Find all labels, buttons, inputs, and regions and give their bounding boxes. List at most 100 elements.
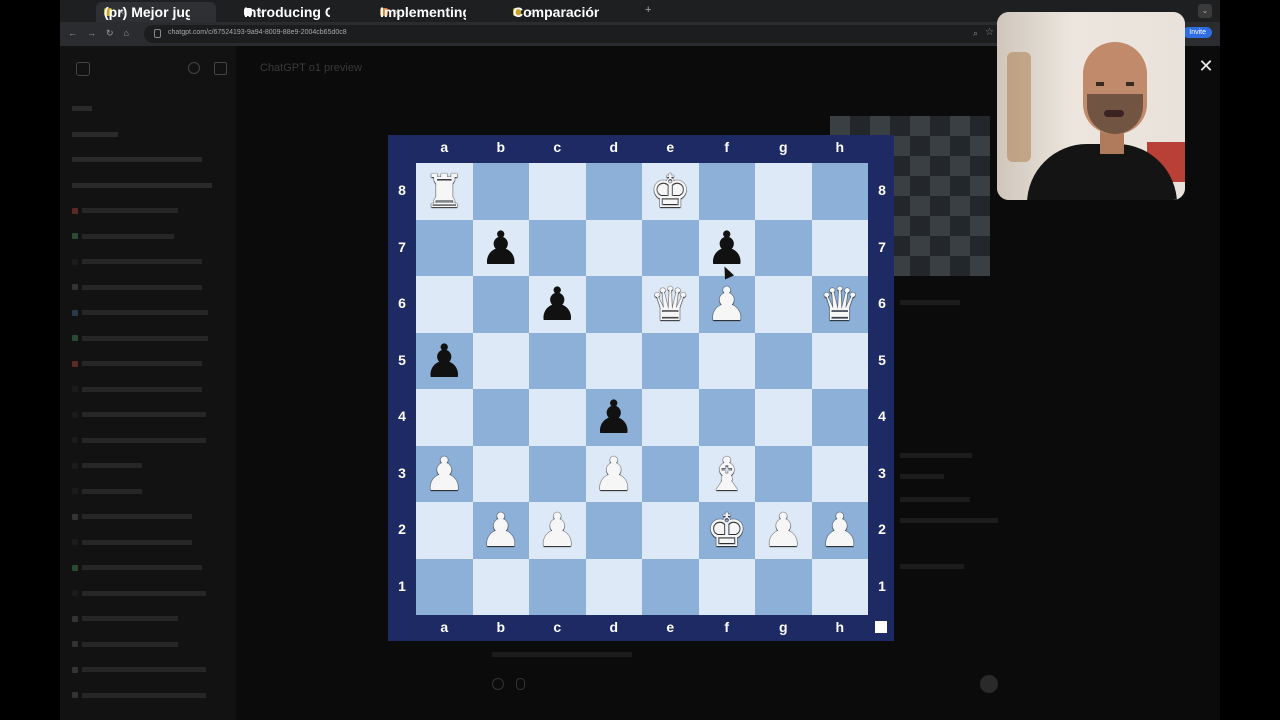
square-b6[interactable] [472,276,529,333]
list-item[interactable] [72,479,232,505]
piece-a3[interactable]: ♟ [416,446,473,503]
list-item[interactable] [72,198,232,224]
square-d6[interactable] [585,276,642,333]
piece-g2[interactable]: ♟ [755,502,812,559]
square-f1[interactable] [698,558,755,615]
invite-button[interactable]: Invite [1183,27,1212,38]
square-c4[interactable] [529,389,586,446]
browser-tab-2[interactable]: Introducing Claude 3.5 Son ✕ [236,2,370,22]
square-c3[interactable] [529,445,586,502]
square-b1[interactable] [472,558,529,615]
square-a1[interactable] [416,558,473,615]
list-item[interactable] [72,632,232,658]
square-e3[interactable] [642,445,699,502]
square-c8[interactable] [529,163,586,220]
square-b3[interactable] [472,445,529,502]
square-h5[interactable] [811,332,868,389]
square-d5[interactable] [585,332,642,389]
chat-model-title[interactable]: ChatGPT o1 preview [260,62,362,74]
list-item[interactable] [72,96,232,122]
window-menu-icon[interactable]: ⌄ [1198,4,1212,18]
list-item[interactable] [72,555,232,581]
list-item[interactable] [72,428,232,454]
new-chat-icon[interactable] [214,62,227,75]
list-item[interactable] [72,453,232,479]
message-composer[interactable] [490,640,1000,700]
list-item[interactable] [72,147,232,173]
piece-h6[interactable]: ♛ [812,276,869,333]
new-tab-icon[interactable]: + [645,4,651,16]
url-text[interactable]: chatgpt.com/c/67524193-9a94-8009-88e9-20… [168,29,347,36]
square-f4[interactable] [698,389,755,446]
browser-tab-3[interactable]: Implementing Neural Cellular ✕ [372,2,506,22]
square-c7[interactable] [529,219,586,276]
list-item[interactable] [72,351,232,377]
square-b5[interactable] [472,332,529,389]
square-g3[interactable] [755,445,812,502]
navigation-icons[interactable]: ←→↻⌂ [68,28,139,39]
square-d8[interactable] [585,163,642,220]
square-e1[interactable] [642,558,699,615]
list-item[interactable] [72,173,232,199]
square-b8[interactable] [472,163,529,220]
zoom-icon[interactable]: ⌕ [973,28,978,39]
microphone-icon[interactable] [516,678,525,690]
list-item[interactable] [72,402,232,428]
square-c1[interactable] [529,558,586,615]
list-item[interactable] [72,657,232,683]
square-h1[interactable] [811,558,868,615]
square-e5[interactable] [642,332,699,389]
square-g5[interactable] [755,332,812,389]
list-item[interactable] [72,326,232,352]
piece-b2[interactable]: ♟ [473,502,530,559]
square-d7[interactable] [585,219,642,276]
piece-h2[interactable]: ♟ [812,502,869,559]
square-b4[interactable] [472,389,529,446]
square-e2[interactable] [642,502,699,559]
list-item[interactable] [72,504,232,530]
piece-a8[interactable]: ♜ [416,163,473,220]
close-icon[interactable]: ✕ [1196,56,1216,76]
square-h8[interactable] [811,163,868,220]
square-e7[interactable] [642,219,699,276]
square-f8[interactable] [698,163,755,220]
list-item[interactable] [72,249,232,275]
square-e4[interactable] [642,389,699,446]
list-item[interactable] [72,530,232,556]
piece-b7[interactable]: ♟ [473,220,530,277]
square-g8[interactable] [755,163,812,220]
square-g7[interactable] [755,219,812,276]
piece-c6[interactable]: ♟ [529,276,586,333]
piece-d4[interactable]: ♟ [586,389,643,446]
list-item[interactable] [72,275,232,301]
square-a2[interactable] [416,502,473,559]
chessboard[interactable]: a a b b c c d d e e f f g g h h 8 8 7 7 6 6 5 5 4 4 3 3 2 2 1 1 ♜ ♚ ♟ ♟ ♟ ♛ ♟ ♛… [388,135,894,641]
piece-f6[interactable]: ♟ [699,276,756,333]
square-h7[interactable] [811,219,868,276]
square-g1[interactable] [755,558,812,615]
piece-c2[interactable]: ♟ [529,502,586,559]
square-h4[interactable] [811,389,868,446]
square-g6[interactable] [755,276,812,333]
square-g4[interactable] [755,389,812,446]
list-item[interactable] [72,377,232,403]
list-item[interactable] [72,581,232,607]
address-bar[interactable]: chatgpt.com/c/67524193-9a94-8009-88e9-20… [144,25,1004,43]
attach-icon[interactable] [492,678,504,690]
search-icon[interactable] [188,62,200,74]
browser-tab-1[interactable]: (pr) Mejor jugada para Ent ✕ [96,2,216,22]
list-item[interactable] [72,224,232,250]
list-item[interactable] [72,300,232,326]
list-item[interactable] [72,606,232,632]
send-button[interactable] [980,675,998,693]
piece-f3[interactable]: ♝ [699,446,756,503]
square-a6[interactable] [416,276,473,333]
piece-e8[interactable]: ♚ [642,163,699,220]
list-item[interactable] [72,683,232,709]
piece-e6[interactable]: ♛ [642,276,699,333]
square-a4[interactable] [416,389,473,446]
bookmark-star-icon[interactable]: ☆ [985,27,994,38]
piece-f2[interactable]: ♚ [699,502,756,559]
square-d2[interactable] [585,502,642,559]
piece-a5[interactable]: ♟ [416,333,473,390]
